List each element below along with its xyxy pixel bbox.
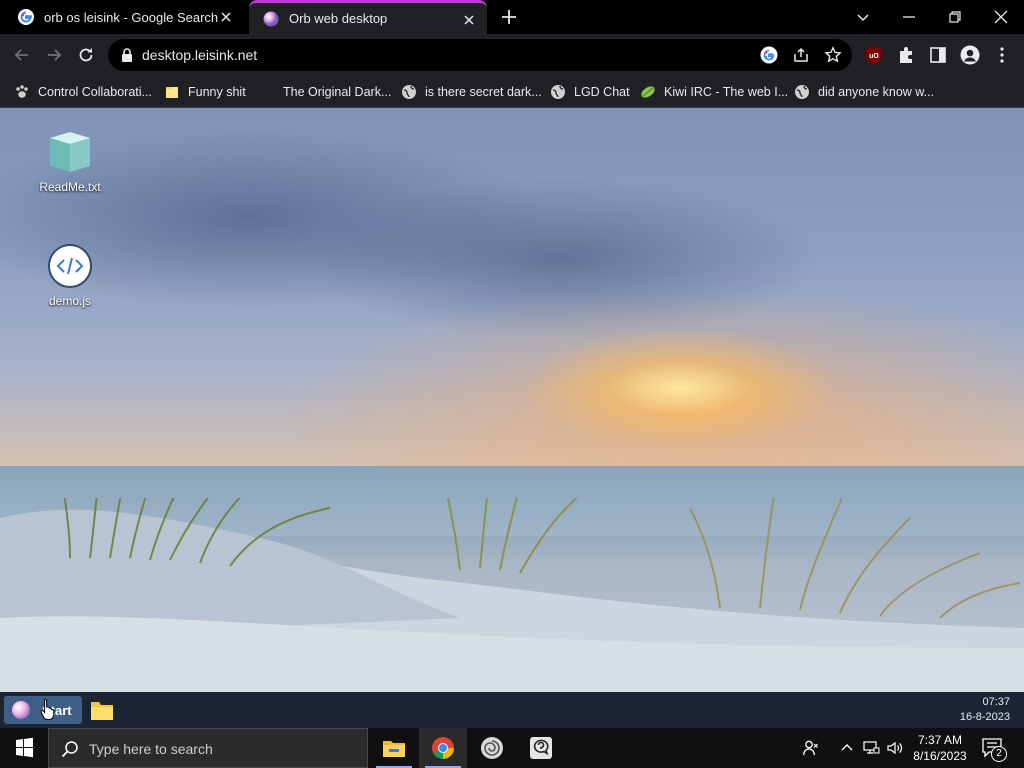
forward-arrow-icon[interactable] xyxy=(44,45,64,65)
address-bar[interactable]: desktop.leisink.net xyxy=(108,39,852,71)
tab-orb-web-desktop[interactable]: Orb web desktop xyxy=(249,0,487,34)
close-window-icon[interactable] xyxy=(991,7,1011,27)
windows-start-icon[interactable] xyxy=(0,728,48,768)
bookmark-label: LGD Chat xyxy=(574,85,630,99)
folder-icon xyxy=(164,84,180,100)
orb-clock-time: 07:37 xyxy=(982,696,1010,708)
bookmark-lgd-chat[interactable]: LGD Chat xyxy=(550,76,630,108)
browser-toolbar: desktop.leisink.net uO xyxy=(0,34,1024,76)
bookmark-label: is there secret dark... xyxy=(425,85,542,99)
google-lens-icon[interactable] xyxy=(760,46,778,64)
extensions-puzzle-icon[interactable] xyxy=(896,45,916,65)
tab-title: orb os leisink - Google Search xyxy=(44,9,219,25)
system-time: 7:37 AM xyxy=(917,733,963,747)
bookmark-control-collaborati[interactable]: Control Collaborati... xyxy=(14,76,152,108)
taskbar-app-file-explorer[interactable] xyxy=(370,728,418,768)
back-arrow-icon[interactable] xyxy=(12,45,32,65)
globe-icon xyxy=(794,84,810,100)
hand-cursor-icon xyxy=(40,698,56,720)
notification-count-badge: 2 xyxy=(991,746,1007,762)
bookmark-label: Control Collaborati... xyxy=(38,85,152,99)
network-icon[interactable] xyxy=(862,739,880,757)
globe-icon xyxy=(401,84,417,100)
bookmark-folder-funny[interactable]: Funny shit xyxy=(164,76,246,108)
close-tab-icon[interactable] xyxy=(218,9,234,25)
app-swirl-icon xyxy=(480,736,504,760)
bookmark-kiwi-irc[interactable]: Kiwi IRC - The web I... xyxy=(640,76,788,108)
url-text[interactable]: desktop.leisink.net xyxy=(142,47,257,63)
new-tab-plus-icon[interactable] xyxy=(499,7,519,27)
desktop-icon-label: demo.js xyxy=(48,294,92,308)
volume-icon[interactable] xyxy=(886,739,904,757)
file-explorer-icon xyxy=(382,736,406,760)
ublock-origin-icon[interactable]: uO xyxy=(864,45,884,65)
search-placeholder: Type here to search xyxy=(89,741,213,757)
folder-icon[interactable] xyxy=(90,699,114,721)
bookmarks-bar: Control Collaborati... Funny shit The Or… xyxy=(0,76,1024,108)
svg-text:uO: uO xyxy=(869,53,879,60)
windows-taskbar: Type here to search 7:37 AM 8/16/2023 2 xyxy=(0,728,1024,768)
bookmark-secret-dark[interactable]: is there secret dark... xyxy=(401,76,542,108)
desktop-icon-demo-js[interactable]: demo.js xyxy=(30,242,110,308)
lock-icon[interactable] xyxy=(120,47,134,63)
search-icon xyxy=(61,740,79,758)
system-clock[interactable]: 7:37 AM 8/16/2023 xyxy=(905,732,975,764)
pawprint-icon xyxy=(14,84,30,100)
orb-clock: 07:37 16-8-2023 xyxy=(960,695,1010,725)
taskbar-app-swirl[interactable] xyxy=(468,728,516,768)
minimize-icon[interactable] xyxy=(899,7,919,27)
orb-clock-date: 16-8-2023 xyxy=(959,711,1010,723)
bookmark-label: Kiwi IRC - The web I... xyxy=(664,85,789,99)
tab-title: Orb web desktop xyxy=(289,11,388,26)
taskbar-app-chat[interactable] xyxy=(517,728,565,768)
kiwi-icon xyxy=(640,84,656,100)
google-favicon-icon xyxy=(18,9,34,25)
orb-desktop[interactable]: ReadMe.txt demo.js xyxy=(0,108,1024,692)
orb-logo-icon xyxy=(12,701,30,719)
side-panel-icon[interactable] xyxy=(928,45,948,65)
close-tab-icon[interactable] xyxy=(461,12,477,28)
tab-google-search[interactable]: orb os leisink - Google Search xyxy=(4,0,244,34)
text-file-icon xyxy=(46,128,94,176)
wallpaper-dunes xyxy=(0,498,1024,692)
bookmark-original-dark[interactable]: The Original Dark... xyxy=(259,76,391,108)
orb-taskbar: Start 07:37 16-8-2023 xyxy=(0,692,1024,728)
desktop-icon-label: ReadMe.txt xyxy=(39,180,101,194)
bookmark-label: did anyone know w... xyxy=(818,85,935,99)
profile-avatar-icon[interactable] xyxy=(960,45,980,65)
people-icon[interactable] xyxy=(802,739,820,757)
chevron-up-icon[interactable] xyxy=(838,739,856,757)
bookmark-label: Funny shit xyxy=(188,85,246,99)
chrome-menu-icon[interactable] xyxy=(992,45,1012,65)
chrome-icon xyxy=(431,736,455,760)
bookmark-label: The Original Dark... xyxy=(283,85,392,99)
code-file-icon xyxy=(46,242,94,290)
tab-strip: orb os leisink - Google Search Orb web d… xyxy=(0,0,1024,34)
bookmark-star-icon[interactable] xyxy=(824,46,842,64)
globe-icon xyxy=(550,84,566,100)
taskbar-app-chrome[interactable] xyxy=(419,728,467,768)
orb-favicon-icon xyxy=(263,11,279,27)
tab-search-chevron-down-icon[interactable] xyxy=(853,7,873,27)
share-icon[interactable] xyxy=(792,46,810,64)
restore-icon[interactable] xyxy=(945,7,965,27)
reload-icon[interactable] xyxy=(76,45,96,65)
app-chat-icon xyxy=(529,736,553,760)
windows-search-box[interactable]: Type here to search xyxy=(48,728,368,768)
desktop-icon-readme[interactable]: ReadMe.txt xyxy=(30,128,110,194)
bookmark-did-anyone-know[interactable]: did anyone know w... xyxy=(794,76,934,108)
blank-icon xyxy=(259,84,275,100)
system-date: 8/16/2023 xyxy=(913,749,967,763)
